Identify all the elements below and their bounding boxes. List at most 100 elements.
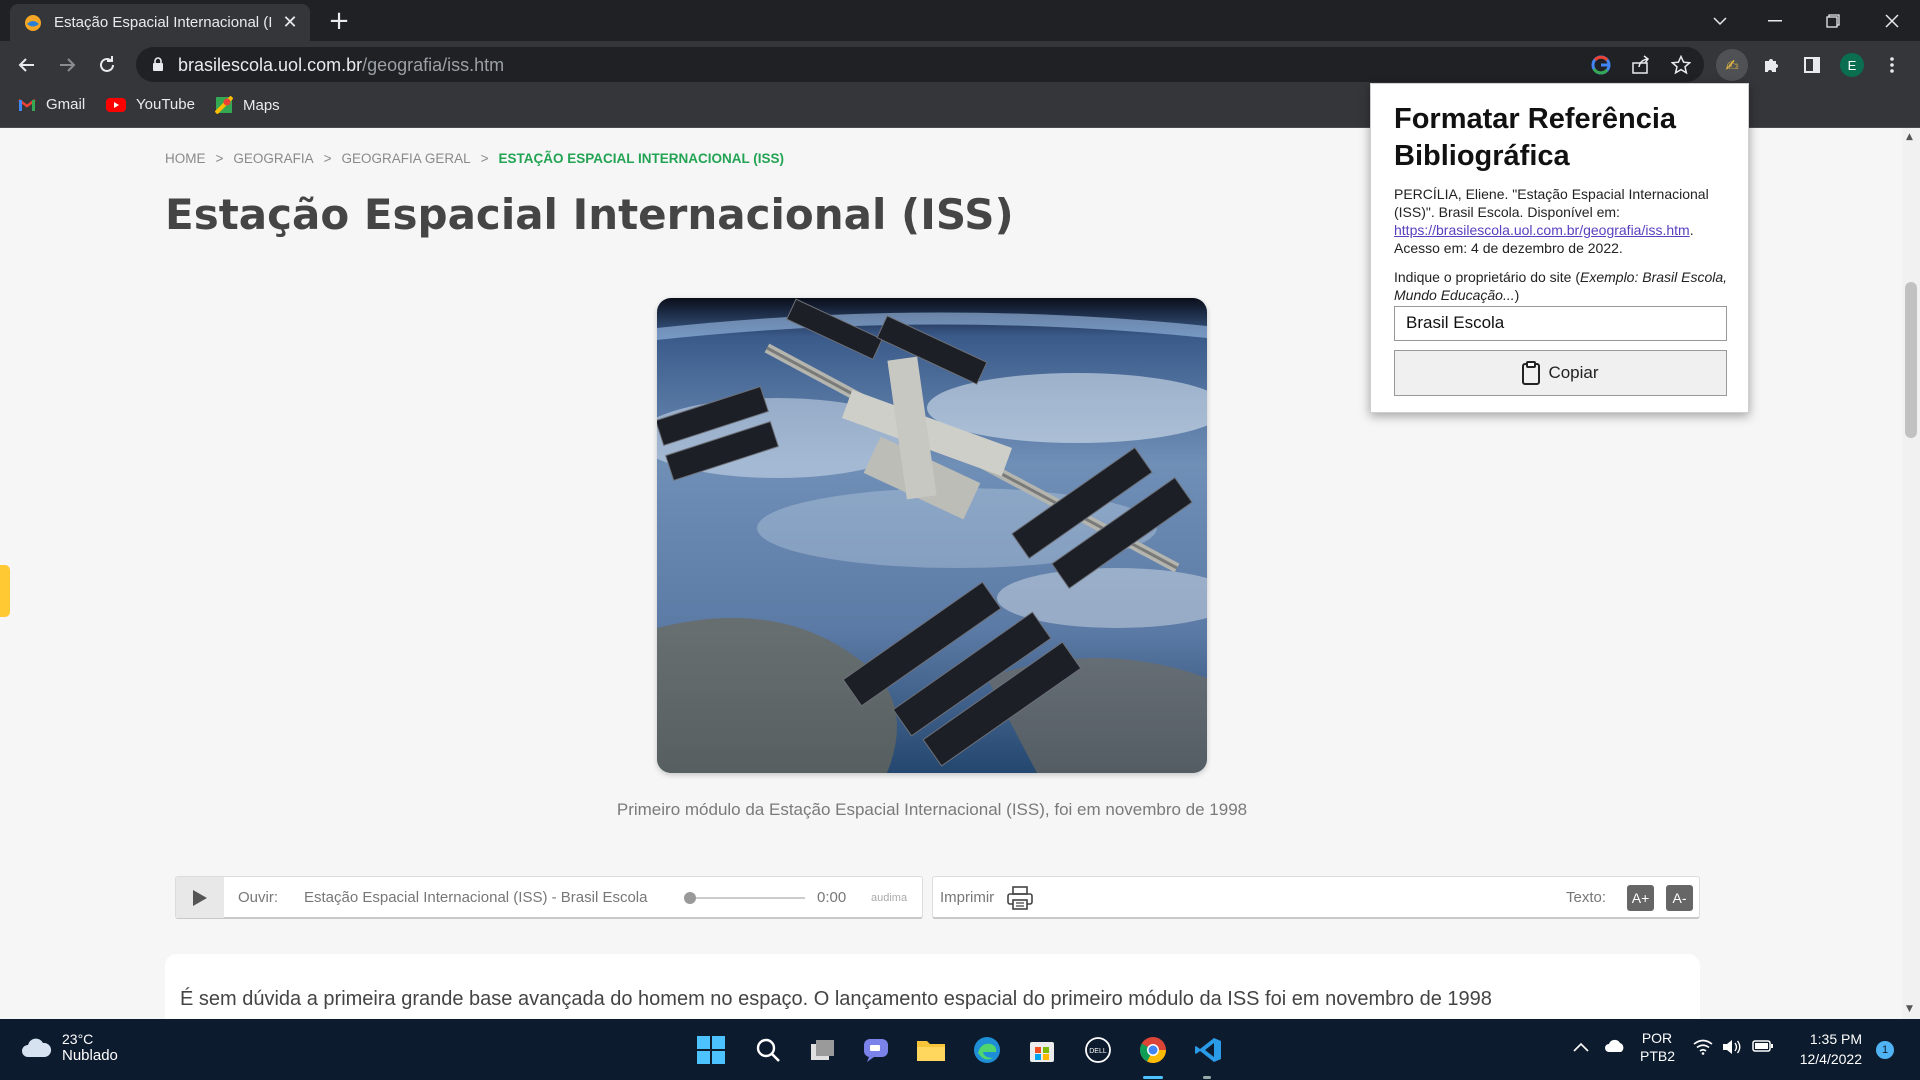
hint-close: ) (1514, 287, 1520, 303)
side-panel-icon[interactable] (1796, 49, 1828, 81)
audio-progress-handle[interactable] (684, 892, 696, 904)
play-icon (193, 889, 207, 906)
folder-icon (917, 1041, 945, 1061)
tab-close-icon[interactable]: ✕ (280, 12, 300, 33)
file-explorer-button[interactable] (914, 1033, 948, 1067)
volume-tray[interactable] (1722, 1039, 1742, 1058)
reload-icon (100, 56, 114, 72)
iss-photo (657, 298, 1207, 773)
copy-button[interactable]: Copiar (1394, 350, 1727, 396)
onedrive-tray[interactable] (1604, 1039, 1626, 1056)
weather-widget[interactable]: 23°C Nublado (20, 1031, 118, 1064)
bookmark-label: YouTube (136, 96, 195, 113)
chat-icon (864, 1039, 888, 1062)
lock-icon (153, 57, 163, 71)
restore-button[interactable] (1803, 0, 1863, 41)
popup-title: Formatar Referência Bibliográfica (1394, 103, 1677, 172)
text-size-label: Texto: (1566, 889, 1607, 906)
teams-chat-button[interactable] (860, 1033, 894, 1067)
printer-icon[interactable] (1007, 886, 1033, 910)
microsoft-store-button[interactable] (1025, 1033, 1059, 1067)
breadcrumb: HOME > GEOGRAFIA > GEOGRAFIA GERAL > EST… (165, 151, 784, 166)
bookmark-label: Maps (243, 96, 280, 114)
gmail-icon (18, 98, 36, 111)
extensions-puzzle-icon[interactable] (1756, 49, 1788, 81)
font-increase-button[interactable]: A+ (1627, 885, 1654, 911)
battery-icon (1752, 1040, 1773, 1052)
tab-search-icon[interactable] (1690, 0, 1750, 41)
page-title: Estação Espacial Internacional (ISS) (165, 190, 1014, 239)
bookmark-label: Gmail (46, 96, 86, 113)
chrome-active-indicator (1143, 1076, 1163, 1079)
breadcrumb-home[interactable]: HOME (165, 151, 206, 166)
keyboard-layout: PTB2 (1640, 1048, 1676, 1064)
site-owner-input[interactable]: Brasil Escola (1394, 306, 1727, 341)
windows-logo-icon (697, 1036, 725, 1064)
breadcrumb-geografia[interactable]: GEOGRAFIA (233, 151, 313, 166)
chrome-icon (1139, 1037, 1166, 1063)
copy-label: Copiar (1548, 363, 1599, 382)
clipboard-icon (1522, 361, 1541, 385)
maps-icon (215, 96, 233, 114)
image-caption: Primeiro módulo da Estação Espacial Inte… (616, 800, 1248, 819)
battery-tray[interactable] (1752, 1039, 1774, 1056)
reference-link[interactable]: https://brasilescola.uol.com.br/geografi… (1394, 222, 1690, 238)
dell-icon: DELL (1085, 1037, 1111, 1063)
chevron-up-icon (1573, 1042, 1589, 1052)
side-feedback-tab[interactable] (0, 565, 10, 617)
browser-titlebar: Estação Espacial Internacional (IS ✕ + (0, 0, 1920, 41)
tab-title: Estação Espacial Internacional (IS (54, 14, 272, 31)
print-label[interactable]: Imprimir (940, 889, 994, 906)
page-scrollbar[interactable]: ▲ ▼ (1902, 128, 1920, 1019)
dell-app-button[interactable]: DELL (1081, 1033, 1115, 1067)
profile-avatar[interactable]: E (1836, 49, 1868, 81)
bookmark-youtube[interactable]: YouTube (106, 96, 195, 113)
minimize-button[interactable] (1745, 0, 1805, 41)
wifi-tray[interactable] (1693, 1039, 1713, 1058)
start-button[interactable] (694, 1033, 728, 1067)
system-clock[interactable]: 1:35 PM 12/4/2022 (1790, 1029, 1862, 1069)
share-icon[interactable] (1631, 55, 1651, 75)
audio-progress-track[interactable] (687, 897, 805, 899)
close-window-button[interactable] (1862, 0, 1920, 41)
browser-toolbar: brasilescola.uol.com.br/geografia/iss.ht… (0, 41, 1920, 88)
bookmark-maps[interactable]: Maps (215, 96, 280, 114)
article-paragraph: É sem dúvida a primeira grande base avan… (180, 988, 1492, 1010)
address-bar[interactable]: brasilescola.uol.com.br/geografia/iss.ht… (136, 47, 1704, 82)
reload-button[interactable] (93, 51, 121, 79)
scroll-down-icon[interactable]: ▼ (1906, 1004, 1913, 1014)
scrollbar-thumb[interactable] (1905, 282, 1917, 438)
language-code: POR (1641, 1030, 1673, 1046)
wifi-icon (1693, 1039, 1713, 1055)
google-lens-icon[interactable] (1591, 55, 1611, 75)
search-button[interactable] (751, 1033, 785, 1067)
listen-label: Ouvir: (238, 889, 279, 906)
notification-badge[interactable]: 1 (1876, 1041, 1894, 1059)
chrome-menu-icon[interactable] (1876, 49, 1908, 81)
new-tab-button[interactable]: + (324, 6, 354, 36)
input-language[interactable]: POR PTB2 (1640, 1029, 1676, 1065)
vscode-icon (1195, 1038, 1221, 1062)
breadcrumb-current[interactable]: ESTAÇÃO ESPACIAL INTERNACIONAL (ISS) (498, 151, 784, 166)
chrome-taskbar-button[interactable] (1136, 1033, 1170, 1067)
bookmark-gmail[interactable]: Gmail (18, 96, 85, 113)
scroll-up-icon[interactable]: ▲ (1906, 132, 1913, 142)
url-host: brasilescola.uol.com.br (178, 55, 363, 75)
formatted-reference: PERCÍLIA, Eliene. "Estação Espacial Inte… (1394, 185, 1739, 257)
browser-tab[interactable]: Estação Espacial Internacional (IS ✕ (10, 4, 310, 41)
reference-extension-icon[interactable]: ✍ (1716, 49, 1748, 81)
forward-button[interactable] (53, 51, 81, 79)
back-button[interactable] (13, 51, 41, 79)
bookmark-star-icon[interactable] (1671, 55, 1691, 75)
audio-player: Ouvir: Estação Espacial Internacional (I… (175, 876, 923, 919)
play-button[interactable] (176, 877, 224, 918)
edge-browser-button[interactable] (970, 1033, 1004, 1067)
breadcrumb-separator: > (323, 151, 332, 166)
task-view-button[interactable] (806, 1033, 840, 1067)
font-decrease-button[interactable]: A- (1666, 885, 1693, 911)
site-favicon (25, 14, 41, 31)
show-hidden-icons[interactable] (1573, 1039, 1589, 1055)
breadcrumb-geografia-geral[interactable]: GEOGRAFIA GERAL (342, 151, 471, 166)
breadcrumb-separator: > (215, 151, 224, 166)
vscode-button[interactable] (1191, 1033, 1225, 1067)
